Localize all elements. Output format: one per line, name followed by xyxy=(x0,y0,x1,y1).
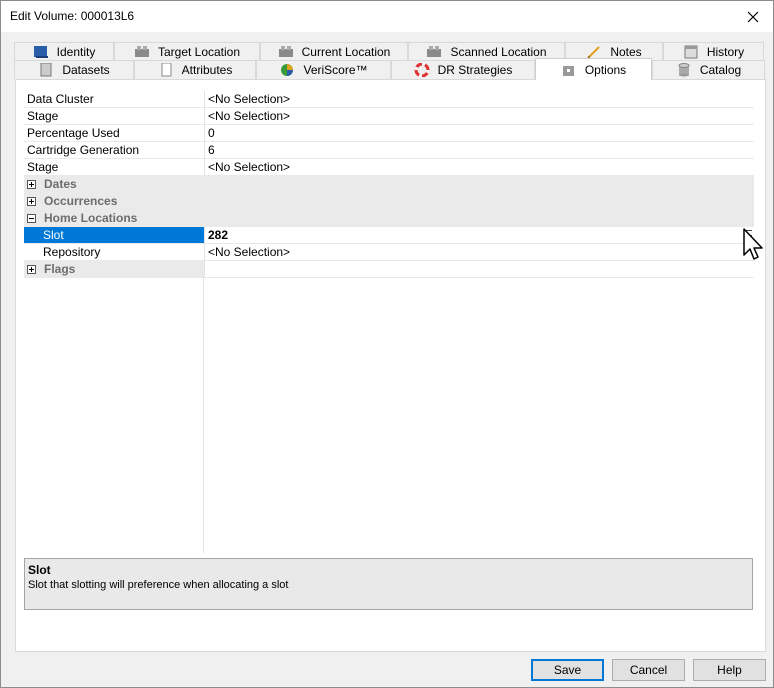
help-button[interactable]: Help xyxy=(693,659,766,681)
property-name: Percentage Used xyxy=(24,125,204,142)
category-row-dates[interactable]: Dates xyxy=(24,176,754,193)
calendar-icon xyxy=(683,45,699,59)
save-button[interactable]: Save xyxy=(531,659,604,681)
tab-options[interactable]: Options xyxy=(535,58,652,80)
property-name: Data Cluster xyxy=(24,91,204,108)
tab-target-location[interactable]: Target Location xyxy=(114,42,260,61)
tab-label: Attributes xyxy=(181,63,233,77)
category-spacer xyxy=(204,210,754,227)
database-icon xyxy=(676,63,692,77)
tab-label: Target Location xyxy=(157,45,241,59)
document-icon xyxy=(38,63,54,77)
options-icon xyxy=(561,63,577,77)
property-value[interactable]: 0 xyxy=(204,125,754,142)
category-spacer xyxy=(204,193,754,210)
target-location-icon xyxy=(134,45,150,59)
property-row-data-cluster[interactable]: Data Cluster <No Selection> xyxy=(24,91,754,108)
property-value[interactable]: <No Selection> xyxy=(204,244,754,261)
category-spacer xyxy=(204,176,754,193)
category-name: Occurrences xyxy=(44,194,118,208)
grid-column-divider xyxy=(203,278,204,553)
page-icon xyxy=(158,63,174,77)
category-row-occurrences[interactable]: Occurrences xyxy=(24,193,754,210)
property-name: Stage xyxy=(24,108,204,125)
property-row-slot[interactable]: Slot 282 xyxy=(24,227,754,244)
property-row-stage-2[interactable]: Stage <No Selection> xyxy=(24,159,754,176)
tab-label: Notes xyxy=(610,45,642,59)
mouse-cursor-icon xyxy=(743,228,763,260)
collapse-icon[interactable] xyxy=(27,214,36,223)
property-row-cartridge-generation[interactable]: Cartridge Generation 6 xyxy=(24,142,754,159)
property-name: Repository xyxy=(24,244,204,261)
description-title: Slot xyxy=(28,563,51,577)
property-name: Stage xyxy=(24,159,204,176)
category-row-flags[interactable]: Flags xyxy=(24,261,754,278)
close-button[interactable] xyxy=(733,1,773,32)
tab-label: Catalog xyxy=(699,63,742,77)
tab-label: History xyxy=(706,45,745,59)
lifebuoy-icon xyxy=(414,63,430,77)
category-spacer xyxy=(204,261,754,278)
category-name: Dates xyxy=(44,177,77,191)
description-text: Slot that slotting will preference when … xyxy=(28,579,289,591)
cancel-button[interactable]: Cancel xyxy=(612,659,685,681)
current-location-icon xyxy=(278,45,294,59)
property-name: Cartridge Generation xyxy=(24,142,204,159)
property-row-stage[interactable]: Stage <No Selection> xyxy=(24,108,754,125)
tab-label: VeriScore™ xyxy=(303,63,368,77)
tab-label: Options xyxy=(584,62,627,77)
expand-icon[interactable] xyxy=(27,265,36,274)
expand-icon[interactable] xyxy=(27,180,36,189)
property-value[interactable]: 6 xyxy=(204,142,754,159)
category-name: Flags xyxy=(44,262,76,276)
edit-volume-dialog: Edit Volume: 000013L6 Identity Target Lo… xyxy=(0,0,774,688)
property-row-repository[interactable]: Repository <No Selection> xyxy=(24,244,754,261)
property-row-percentage-used[interactable]: Percentage Used 0 xyxy=(24,125,754,142)
tab-catalog[interactable]: Catalog xyxy=(652,60,765,79)
property-value[interactable]: <No Selection> xyxy=(204,108,754,125)
window-title: Edit Volume: 000013L6 xyxy=(10,9,135,23)
property-name: Slot xyxy=(24,227,204,244)
tab-veriscore[interactable]: VeriScore™ xyxy=(256,60,391,79)
tab-datasets[interactable]: Datasets xyxy=(14,60,134,79)
property-value[interactable]: <No Selection> xyxy=(204,159,754,176)
scanned-location-icon xyxy=(426,45,442,59)
expand-icon[interactable] xyxy=(27,197,36,206)
property-value[interactable]: <No Selection> xyxy=(204,91,754,108)
category-row-home-locations[interactable]: Home Locations xyxy=(24,210,754,227)
tab-label: Current Location xyxy=(301,45,391,59)
veriscore-icon xyxy=(279,63,295,77)
tab-label: Identity xyxy=(56,45,96,59)
category-name: Home Locations xyxy=(44,211,138,225)
tab-label: DR Strategies xyxy=(437,63,513,77)
title-bar: Edit Volume: 000013L6 xyxy=(1,1,773,32)
property-value[interactable]: 282 xyxy=(204,227,754,244)
pencil-icon xyxy=(586,45,602,59)
description-pane: Slot Slot that slotting will preference … xyxy=(24,558,753,610)
property-grid: Data Cluster <No Selection> Stage <No Se… xyxy=(24,91,754,278)
tab-row-2: Datasets Attributes VeriScore™ DR Strate… xyxy=(14,58,765,80)
tab-label: Scanned Location xyxy=(450,45,547,59)
tab-dr-strategies[interactable]: DR Strategies xyxy=(391,60,535,79)
tab-attributes[interactable]: Attributes xyxy=(134,60,256,79)
tab-current-location[interactable]: Current Location xyxy=(260,42,408,61)
tab-identity[interactable]: Identity xyxy=(14,42,114,61)
tab-label: Datasets xyxy=(62,63,110,77)
tab-history[interactable]: History xyxy=(663,42,764,61)
close-icon xyxy=(747,11,759,22)
identity-icon xyxy=(33,45,49,59)
